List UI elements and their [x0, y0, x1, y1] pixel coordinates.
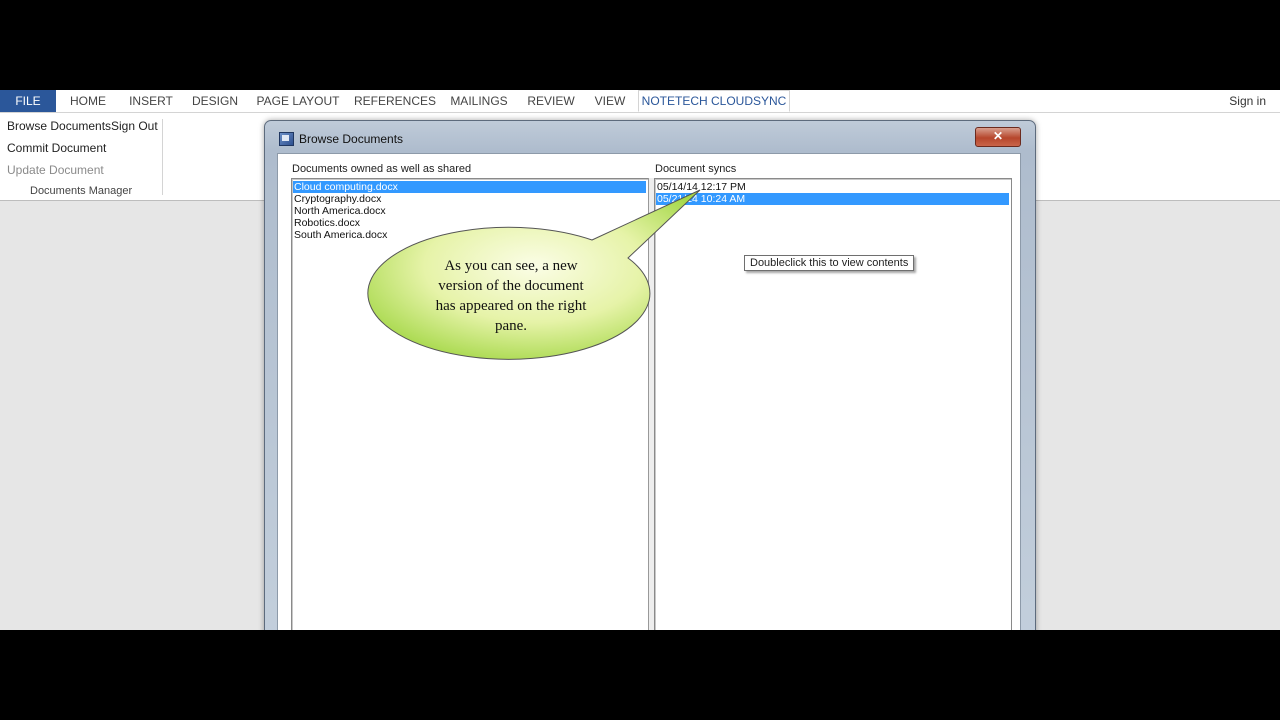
update-document-button[interactable]: Update Document [7, 163, 104, 177]
syncs-pane-label: Document syncs [655, 163, 737, 175]
tab-file[interactable]: FILE [0, 90, 56, 112]
list-item[interactable]: South America.docx [293, 229, 387, 241]
group-label-documents-manager: Documents Manager [30, 185, 133, 197]
commit-document-button[interactable]: Commit Document [7, 141, 106, 155]
window-icon [279, 132, 294, 146]
word-window: FILE HOME INSERT DESIGN PAGE LAYOUT REFE… [0, 90, 1280, 630]
group-separator [162, 119, 163, 195]
callout-line: As you can see, a new [444, 258, 578, 274]
callout-text: As you can see, a new version of the doc… [400, 256, 622, 336]
sign-out-button[interactable]: Sign Out [111, 119, 158, 133]
callout-line: version of the document [438, 278, 584, 294]
tab-notetech-cloudsync[interactable]: NOTETECH CLOUDSYNC [638, 90, 790, 112]
list-item[interactable]: Cloud computing.docx [293, 181, 646, 193]
callout-line: has appeared on the right [435, 298, 587, 314]
browse-documents-button[interactable]: Browse Documents [7, 119, 111, 133]
documents-listbox[interactable]: Cloud computing.docx Cryptography.docx N… [291, 178, 649, 630]
list-item[interactable]: Robotics.docx [293, 217, 360, 229]
tab-page-layout[interactable]: PAGE LAYOUT [252, 90, 344, 112]
tab-home[interactable]: HOME [62, 90, 114, 112]
list-item[interactable]: Cryptography.docx [293, 193, 381, 205]
tooltip: Doubleclick this to view contents [744, 255, 915, 271]
tab-review[interactable]: REVIEW [524, 90, 578, 112]
syncs-listbox[interactable]: 05/14/14 12:17 PM 05/21/14 10:24 AM [654, 178, 1012, 630]
list-item[interactable]: North America.docx [293, 205, 386, 217]
tab-references[interactable]: REFERENCES [354, 90, 436, 112]
sign-in-link[interactable]: Sign in [1229, 90, 1266, 112]
dialog-title: Browse Documents [299, 132, 404, 146]
dialog-client-area: Documents owned as well as shared Cloud … [277, 153, 1021, 630]
ribbon-tab-bar: FILE HOME INSERT DESIGN PAGE LAYOUT REFE… [0, 90, 1280, 113]
documents-pane-label: Documents owned as well as shared [292, 163, 472, 175]
browse-documents-dialog: Browse Documents ✕ Documents owned as we… [264, 120, 1036, 630]
callout-line: pane. [494, 318, 528, 334]
tab-insert[interactable]: INSERT [124, 90, 178, 112]
tab-view[interactable]: VIEW [588, 90, 632, 112]
dialog-titlebar[interactable]: Browse Documents ✕ [265, 121, 1035, 151]
close-icon[interactable]: ✕ [975, 127, 1021, 147]
list-item[interactable]: 05/21/14 10:24 AM [656, 193, 1009, 205]
list-item[interactable]: 05/14/14 12:17 PM [656, 181, 746, 193]
tab-mailings[interactable]: MAILINGS [444, 90, 514, 112]
tab-design[interactable]: DESIGN [188, 90, 242, 112]
